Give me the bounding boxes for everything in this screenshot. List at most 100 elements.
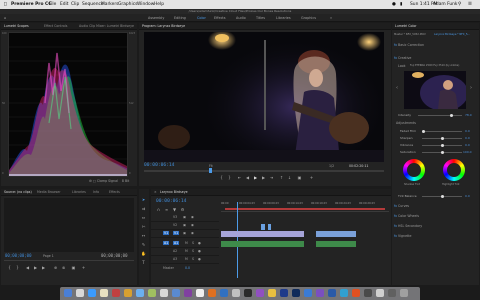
slider-knob[interactable] — [441, 137, 444, 140]
source-timecode[interactable]: 00;00;00;00 — [5, 253, 32, 258]
intensity-knob[interactable] — [450, 114, 453, 117]
source-step-back-icon[interactable]: ◀ — [25, 265, 30, 270]
section-curves[interactable]: fx Curves — [394, 204, 409, 208]
menubar-user[interactable]: Adam Funk — [433, 0, 457, 9]
menu-file[interactable]: File — [49, 0, 56, 9]
dock-app-icon[interactable] — [340, 289, 348, 297]
dock-app-icon[interactable] — [400, 289, 408, 297]
faded-film-slider[interactable] — [422, 130, 462, 133]
fx-toggle[interactable]: fx — [394, 43, 397, 47]
menu-markers[interactable]: Markers — [101, 0, 118, 9]
mark-in-icon[interactable]: { — [219, 175, 224, 180]
workspace-effects[interactable]: Effects — [214, 14, 226, 22]
lift-icon[interactable]: ↑ — [279, 175, 284, 180]
saturation-value[interactable]: 100.0 — [463, 150, 472, 154]
solo-button[interactable]: S — [192, 257, 194, 261]
audio-clip[interactable] — [316, 241, 356, 247]
dock-app-icon[interactable] — [232, 289, 240, 297]
source-mark-in-icon[interactable]: { — [7, 265, 12, 270]
eye-icon[interactable]: ◉ — [191, 215, 194, 219]
dock-app-icon[interactable] — [268, 289, 276, 297]
dock-app-icon[interactable] — [64, 289, 72, 297]
faded-film-value[interactable]: 0.0 — [465, 129, 470, 133]
dock-app-icon[interactable] — [292, 289, 300, 297]
dock-app-icon[interactable] — [304, 289, 312, 297]
dock-app-icon[interactable] — [388, 289, 396, 297]
search-icon[interactable]: ⚲ — [458, 0, 461, 9]
mark-out-icon[interactable]: } — [227, 175, 232, 180]
export-frame-icon[interactable]: ▣ — [297, 175, 302, 180]
source-overwrite-icon[interactable]: ⊗ — [61, 265, 66, 270]
hand-tool-icon[interactable]: ✋ — [141, 251, 146, 256]
tab-lumetri-scopes[interactable]: Lumetri Scopes — [4, 23, 29, 29]
video-clip-marker[interactable] — [261, 224, 265, 230]
source-insert-icon[interactable]: ⊕ — [53, 265, 58, 270]
extract-icon[interactable]: ↓ — [287, 175, 292, 180]
dock-app-icon[interactable] — [160, 289, 168, 297]
tint-balance-value[interactable]: 0.0 — [465, 194, 470, 198]
go-to-in-icon[interactable]: ⇤ — [237, 175, 242, 180]
tab-effect-controls[interactable]: Effect Controls — [44, 23, 67, 29]
dock-app-icon[interactable] — [148, 289, 156, 297]
source-patch-v1[interactable]: V1 — [163, 231, 170, 235]
workspace-titles[interactable]: Titles — [256, 14, 265, 22]
lock-icon[interactable]: ▣ — [183, 223, 186, 227]
dock-app-icon[interactable] — [376, 289, 384, 297]
dock-app-icon[interactable] — [364, 289, 372, 297]
menu-graphics[interactable]: Graphics — [118, 0, 137, 9]
workspace-audio[interactable]: Audio — [236, 14, 246, 22]
menu-help[interactable]: Help — [154, 0, 164, 9]
track-label[interactable]: V1 — [173, 231, 180, 235]
slider-knob[interactable] — [441, 151, 444, 154]
battery-icon[interactable]: ▮ — [400, 0, 402, 9]
timeline-settings-icon[interactable]: ⚙ — [180, 207, 185, 212]
fx-toggle[interactable]: fx — [394, 56, 397, 60]
intensity-slider[interactable] — [418, 114, 462, 117]
solo-button[interactable]: S — [192, 241, 194, 245]
play-icon[interactable]: ▶ — [253, 175, 258, 180]
program-ratio-select[interactable]: 1/2 — [329, 164, 334, 168]
source-mark-out-icon[interactable]: } — [15, 265, 20, 270]
source-add-icon[interactable]: + — [81, 265, 86, 270]
timeline-timecode[interactable]: 00:00:06:14 — [156, 199, 186, 204]
dock-app-icon[interactable] — [112, 289, 120, 297]
dock-app-icon[interactable] — [136, 289, 144, 297]
dock-app-icon[interactable] — [184, 289, 192, 297]
saturation-slider[interactable] — [422, 151, 462, 154]
dock-app-icon[interactable] — [280, 289, 288, 297]
app-name-menu[interactable]: Premiere Pro CC — [11, 0, 51, 9]
tab-effects[interactable]: Effects — [109, 189, 120, 195]
tab-lumetri-color[interactable]: Lumetri Color — [395, 23, 417, 29]
dock-app-icon[interactable] — [316, 289, 324, 297]
tab-libraries[interactable]: Libraries — [72, 189, 86, 195]
lock-icon[interactable]: ▣ — [183, 231, 186, 235]
menu-window[interactable]: Window — [137, 0, 154, 9]
snap-icon[interactable]: ∩ — [156, 207, 161, 212]
section-creative[interactable]: fx Creative — [394, 56, 411, 60]
add-marker-icon[interactable]: ▼ — [172, 207, 177, 212]
workspace-libraries[interactable]: Libraries — [276, 14, 291, 22]
tint-balance-slider[interactable] — [422, 195, 462, 198]
step-back-icon[interactable]: ◀ — [245, 175, 250, 180]
dock-app-icon[interactable] — [220, 289, 228, 297]
section-basic-correction[interactable]: fx Basic Correction — [394, 43, 424, 47]
source-page-select[interactable]: Page 1 — [43, 254, 54, 258]
highlight-tint-wheel[interactable] — [443, 159, 465, 181]
lock-icon[interactable]: ▣ — [183, 215, 186, 219]
program-scrubber[interactable] — [144, 168, 384, 173]
look-preview[interactable] — [404, 71, 466, 109]
video-clip[interactable] — [221, 231, 304, 237]
section-color-wheels[interactable]: fx Color Wheels — [394, 214, 419, 218]
dock-app-icon[interactable] — [172, 289, 180, 297]
adjustments-label[interactable]: Adjustments — [396, 121, 416, 125]
slider-knob[interactable] — [422, 130, 425, 133]
pen-tool-icon[interactable]: ✎ — [141, 242, 146, 247]
tab-audio-clip-mixer[interactable]: Audio Clip Mixer: Lumetri Birdseye — [79, 23, 134, 29]
menu-clip[interactable]: Clip — [71, 0, 79, 9]
razor-tool-icon[interactable]: ✄ — [141, 224, 146, 229]
mute-button[interactable]: M — [185, 257, 188, 261]
lumetri-master-label[interactable]: Master * NFX_5052.MOV — [394, 33, 426, 36]
workspace-more-icon[interactable]: » — [330, 14, 332, 22]
eye-icon[interactable]: ◉ — [191, 231, 194, 235]
clamp-signal-checkbox[interactable]: □ — [93, 179, 96, 183]
